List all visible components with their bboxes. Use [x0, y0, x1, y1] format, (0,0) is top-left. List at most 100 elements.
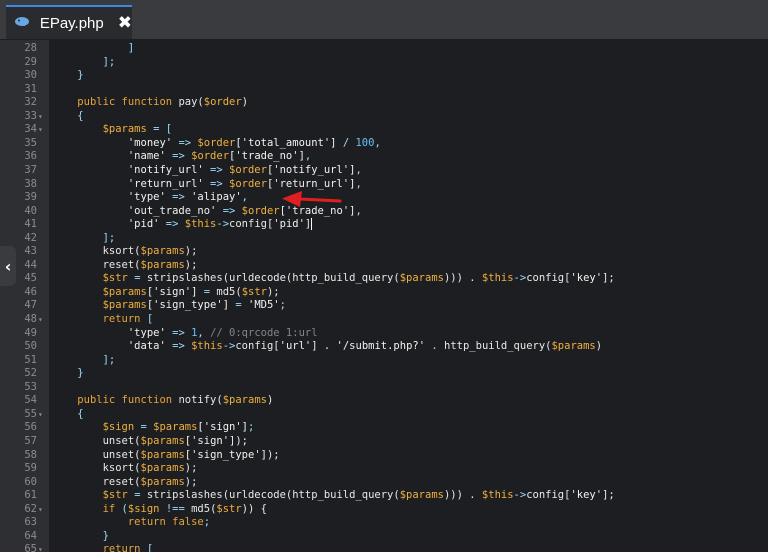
- code-token: $str: [102, 489, 128, 502]
- code-token: $params: [140, 448, 185, 461]
- code-line: 54 public function notify($params): [0, 394, 768, 408]
- line-number: 61: [24, 489, 37, 502]
- code-line: 48 ▾ return [: [0, 313, 768, 327]
- collapse-panel-handle[interactable]: ‹: [0, 246, 16, 286]
- code-token: $sign: [127, 502, 160, 515]
- line-number: 41: [24, 218, 37, 231]
- code-line: 60 reset($params);: [0, 476, 768, 490]
- code-token: 'type': [127, 191, 166, 204]
- code-token: stripslashes(urldecode(http_build_query(: [146, 272, 400, 285]
- code-token: md5(: [191, 502, 217, 515]
- code-token: ->: [513, 272, 527, 285]
- code-token: $params: [140, 462, 185, 475]
- code-token: config[: [235, 340, 280, 353]
- code-token: [: [140, 543, 154, 552]
- code-token: ];: [52, 231, 116, 244]
- code-token: =: [197, 285, 217, 298]
- code-text: public function notify($params): [52, 394, 273, 408]
- code-text: reset($params);: [52, 259, 198, 273]
- code-editor[interactable]: 28 ] 29 ]; 30 } 31 32 public function pay($o…: [0, 40, 768, 552]
- code-token: );: [184, 245, 198, 258]
- fold-toggle-icon[interactable]: ▾: [38, 313, 48, 327]
- code-token: }: [52, 367, 84, 380]
- code-token: ))) .: [443, 272, 482, 285]
- line-number: 28: [24, 42, 37, 54]
- line-number: 46: [24, 285, 37, 298]
- line-number: 65: [24, 543, 37, 552]
- code-token: 100: [355, 136, 375, 149]
- code-text: 'notify_url' => $order['notify_url'],: [52, 164, 362, 178]
- code-token: =>: [216, 204, 242, 217]
- code-text: $str = stripslashes(urldecode(http_build…: [52, 489, 615, 503]
- code-token: $this: [184, 218, 217, 231]
- line-number: 64: [24, 529, 37, 542]
- line-number: 35: [24, 136, 37, 149]
- code-token: ,: [197, 326, 211, 339]
- fold-toggle-icon[interactable]: ▾: [38, 110, 48, 124]
- close-icon[interactable]: ✖: [118, 14, 132, 32]
- code-line: 41 'pid' => $this->config['pid']: [0, 218, 768, 232]
- code-token: $this: [481, 489, 514, 502]
- code-text: ksort($params);: [52, 245, 198, 259]
- code-line: 28 ]: [0, 42, 768, 56]
- code-text: 'return_url' => $order['return_url'],: [52, 178, 362, 192]
- code-line: 62 ▾ if ($sign !== md5($str)) {: [0, 503, 768, 517]
- code-line: 57 unset($params['sign']);: [0, 435, 768, 449]
- code-token: stripslashes(urldecode(http_build_query(: [146, 489, 400, 502]
- code-token: }: [52, 529, 109, 542]
- code-text: reset($params);: [52, 476, 198, 490]
- line-number: 36: [24, 150, 37, 163]
- code-token: $order: [229, 163, 267, 176]
- code-token: ['total_amount']: [235, 136, 337, 149]
- code-token: );: [266, 448, 280, 461]
- line-number: 51: [24, 353, 37, 366]
- code-token: ->: [216, 218, 230, 231]
- code-token: config[: [526, 272, 571, 285]
- code-token: =: [127, 272, 147, 285]
- line-number: 60: [24, 475, 37, 488]
- tab-epay-php[interactable]: EPay.php ✖: [6, 5, 132, 39]
- code-token: $str: [241, 285, 267, 298]
- fold-toggle-icon[interactable]: ▾: [38, 543, 48, 552]
- code-line: 47 $params['sign_type'] = 'MD5';: [0, 299, 768, 313]
- code-token: ['return_url']: [266, 177, 356, 190]
- code-line: 29 ];: [0, 56, 768, 70]
- code-token: $str: [102, 272, 128, 285]
- code-text: $params['sign_type'] = 'MD5';: [52, 299, 286, 313]
- code-line: 46 $params['sign'] = md5($str);: [0, 286, 768, 300]
- fold-toggle-icon[interactable]: ▾: [38, 123, 48, 137]
- line-number: 56: [24, 421, 37, 434]
- code-token: ,: [355, 177, 362, 190]
- code-token: 'key': [570, 272, 603, 285]
- code-line: 39 'type' => 'alipay',: [0, 191, 768, 205]
- fold-toggle-icon[interactable]: ▾: [38, 408, 48, 422]
- code-line: 45 $str = stripslashes(urldecode(http_bu…: [0, 272, 768, 286]
- code-token: ['sign']: [146, 285, 198, 298]
- code-token: ] .: [311, 340, 337, 353]
- code-token: pay(: [178, 96, 204, 109]
- code-token: $order: [241, 204, 280, 217]
- line-number: 48: [24, 313, 37, 325]
- line-number: 50: [24, 340, 37, 353]
- code-token: $this: [481, 272, 514, 285]
- code-text: $str = stripslashes(urldecode(http_build…: [52, 272, 615, 286]
- code-token: $order: [229, 177, 267, 190]
- code-text: ];: [52, 56, 116, 70]
- code-text: 'pid' => $this->config['pid']: [52, 218, 313, 232]
- fold-toggle-icon[interactable]: ▾: [38, 503, 48, 517]
- code-token: // 0:qrcode 1:url: [210, 326, 318, 339]
- line-number: 49: [24, 326, 37, 339]
- code-token: ];: [602, 272, 615, 285]
- code-token: notify(: [178, 394, 223, 407]
- code-token: ;: [279, 299, 286, 312]
- code-token: =>: [165, 326, 192, 339]
- code-token: unset(: [102, 448, 141, 461]
- code-token: ,: [355, 204, 362, 217]
